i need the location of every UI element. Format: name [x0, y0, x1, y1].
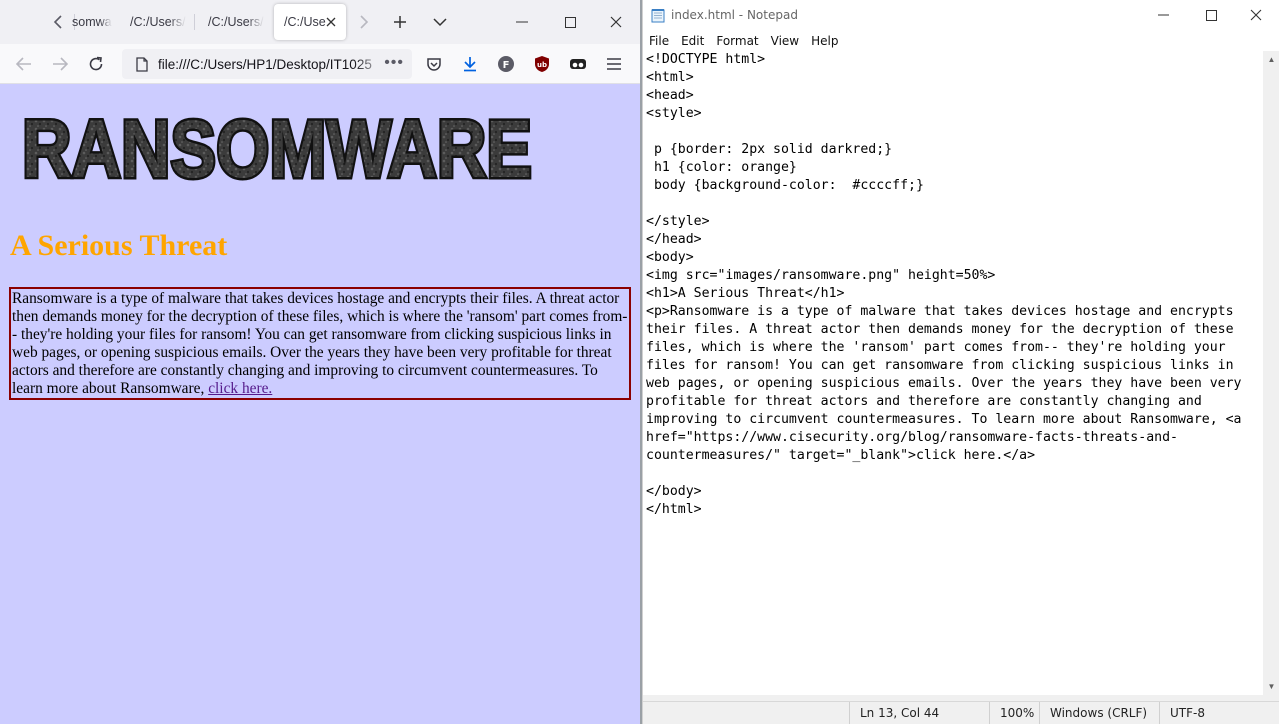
- tab-2-label: /C:/Users/: [130, 15, 186, 29]
- scroll-up-icon[interactable]: ▲: [1263, 51, 1279, 68]
- forward-icon[interactable]: [46, 50, 74, 78]
- page-actions-icon[interactable]: •••: [384, 54, 404, 72]
- menu-format[interactable]: Format: [710, 34, 764, 48]
- code-line: <body>: [646, 250, 694, 265]
- download-icon[interactable]: [456, 50, 484, 78]
- menu-view[interactable]: View: [765, 34, 805, 48]
- svg-text:F: F: [503, 60, 510, 71]
- status-line-endings: Windows (CRLF): [1039, 702, 1159, 724]
- tab-3[interactable]: /C:/Users/: [198, 4, 270, 40]
- menu-edit[interactable]: Edit: [675, 34, 710, 48]
- url-bar[interactable]: file:///C:/Users/HP1/Desktop/IT1025 •••: [122, 49, 412, 79]
- notepad-titlebar: index.html - Notepad: [643, 0, 1279, 31]
- menu-file[interactable]: File: [643, 34, 675, 48]
- status-zoom: 100%: [989, 702, 1039, 724]
- scroll-down-icon[interactable]: ▼: [1263, 678, 1279, 695]
- code-line: <h1>A Serious Threat</h1>: [646, 286, 845, 301]
- tab-bar: somwa /C:/Users/ /C:/Users/ /C:/Use: [0, 0, 640, 44]
- back-icon[interactable]: [10, 50, 38, 78]
- code-line: files, which is where the 'ransom' part …: [646, 340, 1226, 355]
- new-tab-icon[interactable]: [386, 8, 414, 36]
- page-content: RANSOMWARE A Serious Threat Ransomware i…: [0, 85, 640, 724]
- reload-icon[interactable]: [82, 50, 110, 78]
- notepad-window: index.html - Notepad File Edit Format Vi…: [642, 0, 1279, 724]
- logo-text: RANSOMWARE: [22, 104, 532, 193]
- vertical-scrollbar[interactable]: ▲ ▼: [1263, 51, 1279, 695]
- pocket-icon[interactable]: [420, 50, 448, 78]
- notepad-minimize-icon[interactable]: [1148, 4, 1178, 26]
- learn-more-link[interactable]: click here.: [208, 380, 272, 397]
- code-line: </head>: [646, 232, 702, 247]
- code-line: <p>Ransomware is a type of malware that …: [646, 304, 1234, 319]
- code-line: <img src="images/ransomware.png" height=…: [646, 268, 996, 283]
- close-window-icon[interactable]: [602, 8, 630, 36]
- code-line: <!DOCTYPE html>: [646, 52, 766, 67]
- tab-3-label: /C:/Users/: [208, 15, 264, 29]
- tab-1-label: somwa: [72, 15, 112, 29]
- close-tab-icon[interactable]: [322, 13, 340, 31]
- code-line: <head>: [646, 88, 694, 103]
- paragraph-text: Ransomware is a type of malware that tak…: [12, 290, 628, 397]
- code-line: </html>: [646, 502, 702, 517]
- code-line: h1 {color: orange}: [646, 160, 797, 175]
- ransomware-logo-image: RANSOMWARE: [20, 103, 535, 193]
- maximize-icon[interactable]: [556, 8, 584, 36]
- code-line: improving to circumvent countermeasures.…: [646, 412, 1242, 427]
- ublock-icon[interactable]: ub: [528, 50, 556, 78]
- minimize-icon[interactable]: [508, 8, 536, 36]
- list-all-tabs-icon[interactable]: [426, 8, 454, 36]
- page-heading: A Serious Threat: [10, 229, 228, 262]
- code-line: body {background-color: #ccccff;}: [646, 178, 924, 193]
- tab-scroll-right-icon[interactable]: [350, 8, 378, 36]
- menu-icon[interactable]: [600, 50, 628, 78]
- code-line: </body>: [646, 484, 702, 499]
- notepad-maximize-icon[interactable]: [1196, 4, 1226, 26]
- page-paragraph: Ransomware is a type of malware that tak…: [9, 287, 631, 400]
- menu-help[interactable]: Help: [805, 34, 844, 48]
- code-line: profitable for threat actors and therefo…: [646, 394, 1202, 409]
- notepad-text-area[interactable]: <!DOCTYPE html> <html> <head> <style> p {bo…: [643, 51, 1262, 695]
- notepad-app-icon: [651, 9, 665, 23]
- notepad-close-icon[interactable]: [1241, 4, 1271, 26]
- tab-separator: [194, 14, 195, 30]
- code-line: <style>: [646, 106, 702, 121]
- code-line: href="https://www.cisecurity.org/blog/ra…: [646, 430, 1178, 445]
- status-encoding: UTF-8: [1159, 702, 1279, 724]
- navigation-toolbar: file:///C:/Users/HP1/Desktop/IT1025 ••• …: [0, 44, 640, 84]
- page-icon: [132, 56, 152, 72]
- status-cursor-position: Ln 13, Col 44: [849, 702, 989, 724]
- browser-window: somwa /C:/Users/ /C:/Users/ /C:/Use file…: [0, 0, 640, 724]
- url-text[interactable]: file:///C:/Users/HP1/Desktop/IT1025: [158, 57, 388, 72]
- code-line: </style>: [646, 214, 710, 229]
- code-line: web pages, or opening suspicious emails.…: [646, 376, 1242, 391]
- tab-4-active[interactable]: /C:/Use: [274, 4, 346, 40]
- code-text: <!DOCTYPE html> <html> <head> <style> p {bo…: [646, 51, 1262, 519]
- code-line: files for ransom! You can get ransomware…: [646, 358, 1234, 373]
- code-line: their files. A threat actor then demands…: [646, 322, 1234, 337]
- tab-2[interactable]: /C:/Users/: [120, 4, 192, 40]
- notepad-menubar: File Edit Format View Help: [643, 31, 1279, 51]
- notepad-title: index.html - Notepad: [671, 8, 798, 22]
- code-line: p {border: 2px solid darkred;}: [646, 142, 893, 157]
- tab-4-label: /C:/Use: [284, 15, 326, 29]
- code-line: countermeasures/" target="_blank">click …: [646, 448, 1036, 463]
- code-line: <html>: [646, 70, 694, 85]
- svg-text:ub: ub: [537, 61, 547, 69]
- notepad-statusbar: Ln 13, Col 44 100% Windows (CRLF) UTF-8: [643, 701, 1279, 724]
- account-icon[interactable]: F: [492, 50, 520, 78]
- tab-manager-icon[interactable]: [564, 50, 592, 78]
